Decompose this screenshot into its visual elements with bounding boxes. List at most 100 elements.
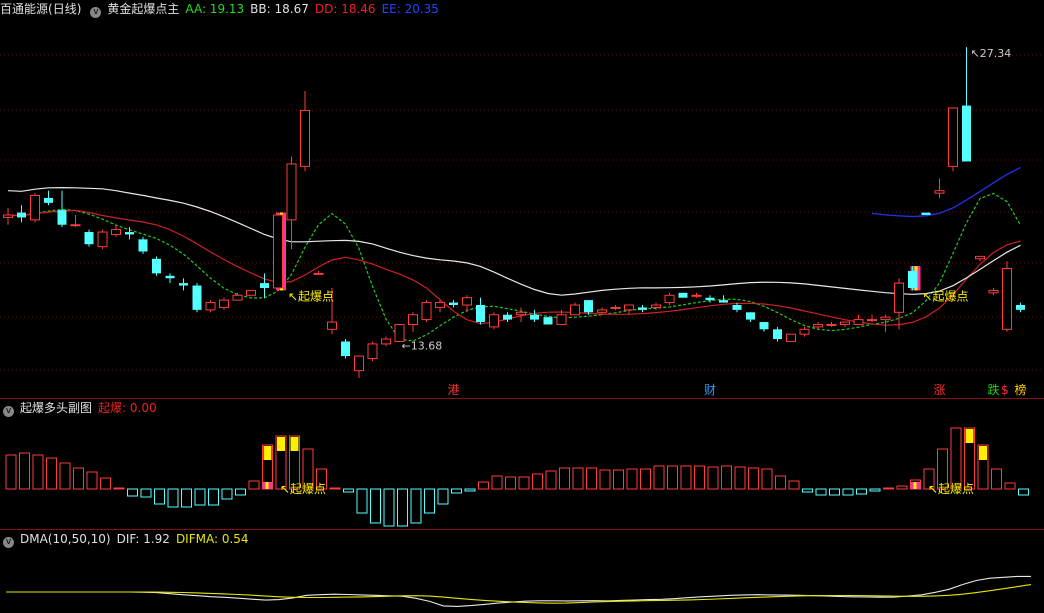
sub-bar (586, 467, 597, 490)
candle-body (975, 255, 985, 260)
sub-bar (248, 480, 260, 490)
sub-bar (1004, 482, 1016, 490)
candle-body (421, 302, 432, 321)
candle-body (705, 297, 715, 301)
candle-body (327, 321, 337, 330)
candle-body (759, 322, 769, 330)
low-price-label: ←13.68 (402, 339, 443, 352)
sub-bar (100, 477, 111, 490)
candle-body (57, 210, 67, 225)
sub-signal-core (265, 482, 269, 489)
sub-bar (208, 488, 219, 506)
sub-bar (896, 485, 908, 490)
sub-bar-highlight (965, 429, 974, 443)
candle-body (1016, 305, 1025, 310)
sub-bar (721, 465, 732, 490)
sub-chart-panel[interactable]: v 起爆多头副图 起爆: 0.00 ↖起爆点 ↖起爆点 (0, 399, 1044, 529)
event-marker: 榜 (1015, 382, 1027, 397)
candle-body (678, 292, 688, 298)
sub-bar (451, 488, 462, 494)
sub-bar-highlight (979, 446, 987, 460)
sub-bar (802, 488, 813, 493)
candle-body (786, 333, 796, 342)
sub-bar (127, 488, 138, 497)
price-chart[interactable]: ↖起爆点 ↖起爆点 ↖27.34 ←13.68 港 财 涨 跌 $ 榜 (0, 0, 1044, 399)
candle-body (584, 300, 593, 313)
sub-bar (221, 488, 233, 500)
sub-bar (694, 465, 705, 490)
sub-bar (842, 488, 854, 496)
sub-bar (613, 469, 624, 490)
candle-body (246, 289, 256, 296)
candle-body (570, 304, 580, 316)
sub-bar (599, 469, 611, 490)
candle-body (179, 283, 188, 286)
sub-bar (397, 488, 408, 527)
sub-bar (950, 427, 962, 490)
candle-body (84, 232, 94, 245)
sub-bar (181, 488, 192, 508)
candle-body (908, 270, 917, 288)
sub-bar (343, 488, 354, 493)
candle-body (921, 212, 931, 216)
candle-body (313, 272, 324, 275)
event-marker: 涨 (934, 382, 946, 397)
sub-bar (883, 487, 894, 490)
candle-body (435, 302, 445, 308)
candle-body (489, 314, 499, 328)
candle-body (232, 294, 243, 301)
candle-body (273, 214, 283, 289)
candle-body (516, 311, 526, 316)
high-price-label: ↖27.34 (971, 47, 1012, 60)
sub-bar (19, 452, 30, 490)
candle-body (638, 307, 647, 310)
sub-bar (572, 467, 584, 490)
candle-body (880, 316, 891, 321)
candle-body (543, 317, 553, 325)
sub-bar (653, 465, 665, 490)
sub-bar (424, 488, 435, 514)
sub-bar (73, 467, 84, 490)
candle-body (367, 343, 378, 360)
signal-label: ↖起爆点 (923, 289, 969, 303)
dma-line-chart[interactable] (0, 530, 1044, 613)
main-chart-panel[interactable]: 百通能源(日线) v 黄金起爆点主 AA: 19.13 BB: 18.67 DD: 18.… (0, 0, 1044, 399)
candle-body (219, 299, 229, 308)
sub-bar (680, 465, 692, 490)
candle-body (840, 321, 850, 325)
candle-body (1002, 268, 1012, 330)
sub-bar (1018, 488, 1029, 496)
candle-body (530, 314, 539, 320)
candle-body (449, 302, 458, 306)
candle-body (746, 312, 755, 320)
candle-body (97, 231, 108, 248)
candle-body (556, 314, 567, 325)
candle-body (125, 232, 134, 235)
sub-bar (59, 462, 71, 490)
candle-body (691, 294, 702, 297)
ee-line-blue (871, 166, 1021, 218)
sub-bar (464, 488, 476, 492)
sub-signal-core (913, 482, 917, 489)
sub-bar (356, 488, 368, 514)
event-marker: $ (1001, 383, 1009, 397)
dma-chart-panel[interactable]: v DMA(10,50,10) DIF: 1.92 DIFMA: 0.54 (0, 530, 1044, 613)
candle-body (381, 338, 391, 345)
candle-body (354, 355, 364, 372)
candle-body (138, 239, 148, 252)
candle-body (624, 304, 634, 311)
candle-body (867, 319, 877, 322)
candle-body (30, 195, 40, 221)
candle-body (476, 305, 485, 323)
candle-body (300, 109, 310, 167)
candle-body (664, 294, 675, 304)
sub-bar (856, 488, 867, 495)
candle-body (988, 289, 999, 294)
sub-bar-chart[interactable]: ↖起爆点 ↖起爆点 (0, 399, 1044, 529)
sub-signal-label: ↖起爆点 (280, 482, 326, 496)
sub-bar (707, 466, 719, 490)
candle-body (948, 107, 958, 167)
candle-body (44, 197, 53, 203)
sub-bar (532, 473, 543, 490)
candle-body (192, 285, 202, 310)
